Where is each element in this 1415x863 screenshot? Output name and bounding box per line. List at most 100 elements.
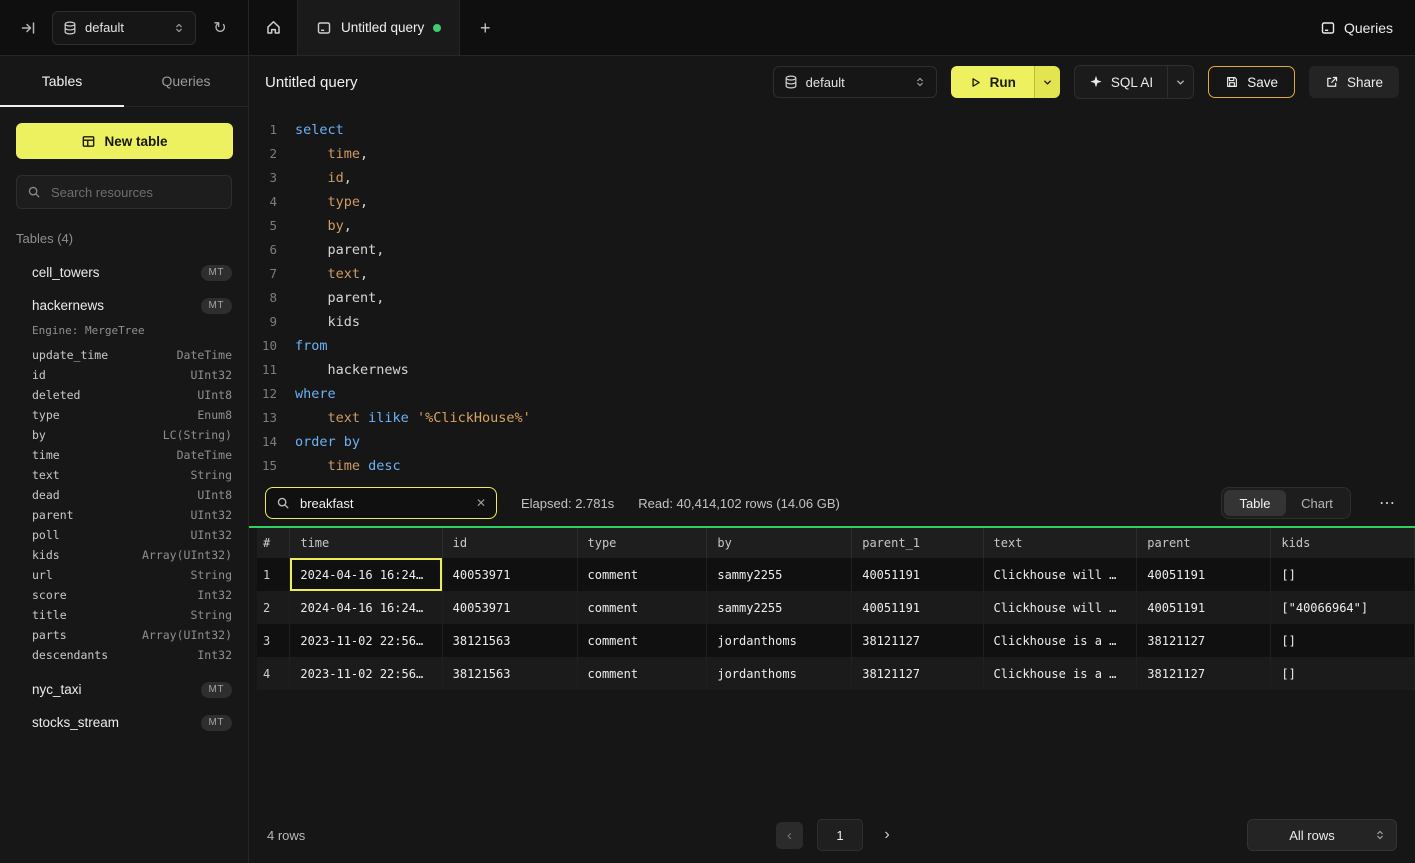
column-type: UInt8 bbox=[197, 388, 232, 402]
table-cell[interactable]: Clickhouse is a … bbox=[983, 657, 1137, 690]
column-header[interactable]: text bbox=[983, 528, 1137, 558]
table-cell[interactable]: 40051191 bbox=[852, 591, 983, 624]
column-header[interactable]: # bbox=[257, 528, 290, 558]
column-name: dead bbox=[32, 488, 197, 502]
sidebar-tab-tables[interactable]: Tables bbox=[0, 56, 124, 106]
run-button[interactable]: Run bbox=[951, 66, 1034, 98]
column-header[interactable]: by bbox=[707, 528, 852, 558]
table-cell[interactable]: sammy2255 bbox=[707, 558, 852, 591]
table-cell[interactable]: 40053971 bbox=[442, 591, 577, 624]
table-cell[interactable]: jordanthoms bbox=[707, 624, 852, 657]
sidebar-tabs: Tables Queries bbox=[0, 56, 248, 107]
column-item[interactable]: titleString bbox=[0, 605, 248, 625]
home-tab[interactable] bbox=[249, 0, 298, 55]
column-item[interactable]: descendantsInt32 bbox=[0, 645, 248, 665]
column-item[interactable]: deadUInt8 bbox=[0, 485, 248, 505]
column-item[interactable]: parentUInt32 bbox=[0, 505, 248, 525]
table-cell[interactable]: 38121563 bbox=[442, 657, 577, 690]
table-cell[interactable]: ["40066964"] bbox=[1271, 591, 1415, 624]
column-name: by bbox=[32, 428, 163, 442]
results-search-input[interactable] bbox=[298, 495, 468, 512]
results-more-button[interactable]: ⋯ bbox=[1375, 493, 1399, 513]
table-cell[interactable]: comment bbox=[577, 591, 707, 624]
table-cell[interactable]: comment bbox=[577, 558, 707, 591]
column-item[interactable]: scoreInt32 bbox=[0, 585, 248, 605]
column-item[interactable]: pollUInt32 bbox=[0, 525, 248, 545]
column-header[interactable]: id bbox=[442, 528, 577, 558]
table-cell[interactable]: 2023-11-02 22:56… bbox=[290, 624, 442, 657]
table-cell[interactable]: Clickhouse will … bbox=[983, 558, 1137, 591]
collapse-sidebar-button[interactable] bbox=[14, 14, 42, 42]
column-header[interactable]: type bbox=[577, 528, 707, 558]
table-cell[interactable]: 38121563 bbox=[442, 624, 577, 657]
sparkle-icon bbox=[1089, 75, 1103, 89]
search-resources-input[interactable] bbox=[49, 184, 229, 201]
table-cell[interactable]: 2024-04-16 16:24… bbox=[290, 558, 442, 591]
refresh-button[interactable]: ↻ bbox=[206, 14, 234, 42]
sql-editor[interactable]: 1select2 time,3 id,4 type,5 by,6 parent,… bbox=[249, 108, 1415, 478]
clear-search-button[interactable]: ✕ bbox=[476, 496, 486, 510]
next-page-button[interactable]: › bbox=[877, 826, 897, 844]
sql-ai-button[interactable]: SQL AI bbox=[1075, 66, 1167, 98]
table-cell[interactable]: 2024-04-16 16:24… bbox=[290, 591, 442, 624]
table-item[interactable]: stocks_streamMT bbox=[0, 706, 248, 739]
sql-ai-options-button[interactable] bbox=[1167, 66, 1193, 98]
table-cell[interactable]: sammy2255 bbox=[707, 591, 852, 624]
table-cell[interactable]: jordanthoms bbox=[707, 657, 852, 690]
column-header[interactable]: kids bbox=[1271, 528, 1415, 558]
table-cell[interactable]: 38121127 bbox=[852, 624, 983, 657]
queries-button[interactable]: Queries bbox=[1320, 20, 1393, 36]
table-item[interactable]: hackernewsMT bbox=[0, 289, 248, 322]
table-cell[interactable]: 40051191 bbox=[852, 558, 983, 591]
table-cell[interactable]: 38121127 bbox=[1137, 657, 1271, 690]
column-item[interactable]: kidsArray(UInt32) bbox=[0, 545, 248, 565]
table-cell[interactable]: 40051191 bbox=[1137, 558, 1271, 591]
new-tab-button[interactable]: + bbox=[472, 15, 498, 41]
column-item[interactable]: textString bbox=[0, 465, 248, 485]
query-database-selector[interactable]: default bbox=[773, 66, 937, 98]
table-cell[interactable]: 38121127 bbox=[1137, 624, 1271, 657]
view-toggle-chart[interactable]: Chart bbox=[1286, 490, 1348, 516]
table-cell[interactable]: [] bbox=[1271, 657, 1415, 690]
column-type: Int32 bbox=[197, 588, 232, 602]
topbar-left: default ↻ bbox=[0, 0, 249, 55]
run-options-button[interactable] bbox=[1034, 66, 1060, 98]
query-database-value: default bbox=[806, 75, 906, 90]
sidebar-tab-queries[interactable]: Queries bbox=[124, 56, 248, 106]
column-name: type bbox=[32, 408, 197, 422]
column-item[interactable]: byLC(String) bbox=[0, 425, 248, 445]
query-tab[interactable]: Untitled query bbox=[298, 0, 460, 55]
table-cell[interactable]: Clickhouse is a … bbox=[983, 624, 1137, 657]
sql-ai-split-button: SQL AI bbox=[1074, 65, 1194, 99]
table-cell[interactable]: comment bbox=[577, 657, 707, 690]
column-header[interactable]: parent_1 bbox=[852, 528, 983, 558]
column-item[interactable]: deletedUInt8 bbox=[0, 385, 248, 405]
table-item[interactable]: cell_towersMT bbox=[0, 256, 248, 289]
table-cell[interactable]: 40051191 bbox=[1137, 591, 1271, 624]
column-item[interactable]: timeDateTime bbox=[0, 445, 248, 465]
column-item[interactable]: urlString bbox=[0, 565, 248, 585]
new-table-button[interactable]: New table bbox=[16, 123, 233, 159]
table-cell[interactable]: [] bbox=[1271, 558, 1415, 591]
column-item[interactable]: idUInt32 bbox=[0, 365, 248, 385]
column-header[interactable]: time bbox=[290, 528, 442, 558]
table-cell[interactable]: 2023-11-02 22:56… bbox=[290, 657, 442, 690]
page-number[interactable]: 1 bbox=[817, 819, 863, 851]
table-cell[interactable]: 40053971 bbox=[442, 558, 577, 591]
save-button[interactable]: Save bbox=[1208, 66, 1295, 98]
column-item[interactable]: typeEnum8 bbox=[0, 405, 248, 425]
column-item[interactable]: update_timeDateTime bbox=[0, 345, 248, 365]
view-toggle-table[interactable]: Table bbox=[1224, 490, 1286, 516]
table-cell[interactable]: Clickhouse will … bbox=[983, 591, 1137, 624]
topbar-database-selector[interactable]: default bbox=[52, 11, 196, 45]
column-item[interactable]: partsArray(UInt32) bbox=[0, 625, 248, 645]
table-item[interactable]: nyc_taxiMT bbox=[0, 673, 248, 706]
table-cell[interactable]: [] bbox=[1271, 624, 1415, 657]
table-cell[interactable]: 38121127 bbox=[852, 657, 983, 690]
column-header[interactable]: parent bbox=[1137, 528, 1271, 558]
table-cell[interactable]: comment bbox=[577, 624, 707, 657]
share-button[interactable]: Share bbox=[1309, 66, 1399, 98]
code-token: type bbox=[328, 194, 361, 210]
page-size-select[interactable]: All rows bbox=[1247, 819, 1397, 851]
prev-page-button[interactable]: ‹ bbox=[776, 822, 803, 849]
